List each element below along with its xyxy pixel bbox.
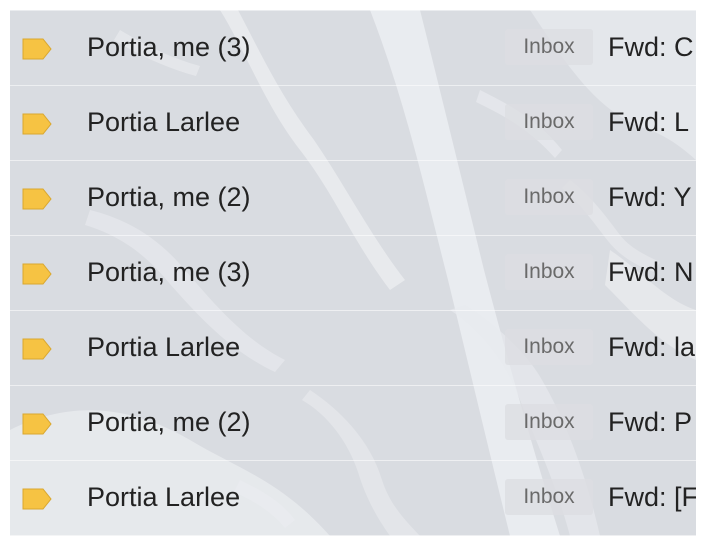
thread-sender: Portia, me (2): [87, 182, 251, 212]
thread-row[interactable]: Portia, me (3) Inbox Fwd: C: [10, 10, 696, 86]
thread-row[interactable]: Portia, me (2) Inbox Fwd: Y: [10, 161, 696, 236]
thread-row[interactable]: Portia Larlee Inbox Fwd: la: [10, 311, 696, 386]
thread-sender: Portia, me (3): [87, 257, 251, 287]
inbox-label-chip[interactable]: Inbox: [505, 104, 593, 140]
inbox-label-chip[interactable]: Inbox: [505, 29, 593, 65]
thread-subject: Fwd: [F: [608, 482, 696, 512]
label-importance-icon[interactable]: [21, 413, 53, 435]
screenshot-viewport: Portia, me (3) Inbox Fwd: C Portia Larle…: [0, 0, 708, 546]
inbox-label-chip[interactable]: Inbox: [505, 254, 593, 290]
label-importance-icon[interactable]: [21, 488, 53, 510]
thread-row[interactable]: Portia Larlee Inbox Fwd: [F: [10, 461, 696, 536]
thread-row[interactable]: Portia Larlee Inbox Fwd: L: [10, 86, 696, 161]
thread-sender: Portia, me (3): [87, 32, 251, 62]
thread-subject: Fwd: la: [608, 332, 696, 362]
inbox-label-chip[interactable]: Inbox: [505, 179, 593, 215]
label-importance-icon[interactable]: [21, 113, 53, 135]
thread-sender: Portia Larlee: [87, 482, 241, 512]
thread-sender: Portia, me (2): [87, 407, 251, 437]
thread-row[interactable]: Portia, me (3) Inbox Fwd: N: [10, 236, 696, 311]
email-thread-list: Portia, me (3) Inbox Fwd: C Portia Larle…: [10, 10, 696, 536]
thread-subject: Fwd: L: [608, 107, 690, 137]
label-importance-icon[interactable]: [21, 338, 53, 360]
inbox-label-chip[interactable]: Inbox: [505, 479, 593, 515]
label-importance-icon[interactable]: [21, 263, 53, 285]
thread-sender: Portia Larlee: [87, 332, 241, 362]
inbox-label-chip[interactable]: Inbox: [505, 329, 593, 365]
thread-row[interactable]: Portia, me (2) Inbox Fwd: P: [10, 386, 696, 461]
inbox-label-chip[interactable]: Inbox: [505, 404, 593, 440]
thread-subject: Fwd: C: [608, 32, 694, 62]
thread-subject: Fwd: N: [608, 257, 694, 287]
label-importance-icon[interactable]: [21, 188, 53, 210]
thread-subject: Fwd: Y: [608, 182, 692, 212]
thread-sender: Portia Larlee: [87, 107, 241, 137]
thread-subject: Fwd: P: [608, 407, 693, 437]
label-importance-icon[interactable]: [21, 38, 53, 60]
thread-rows: Portia, me (3) Inbox Fwd: C Portia Larle…: [10, 10, 696, 536]
